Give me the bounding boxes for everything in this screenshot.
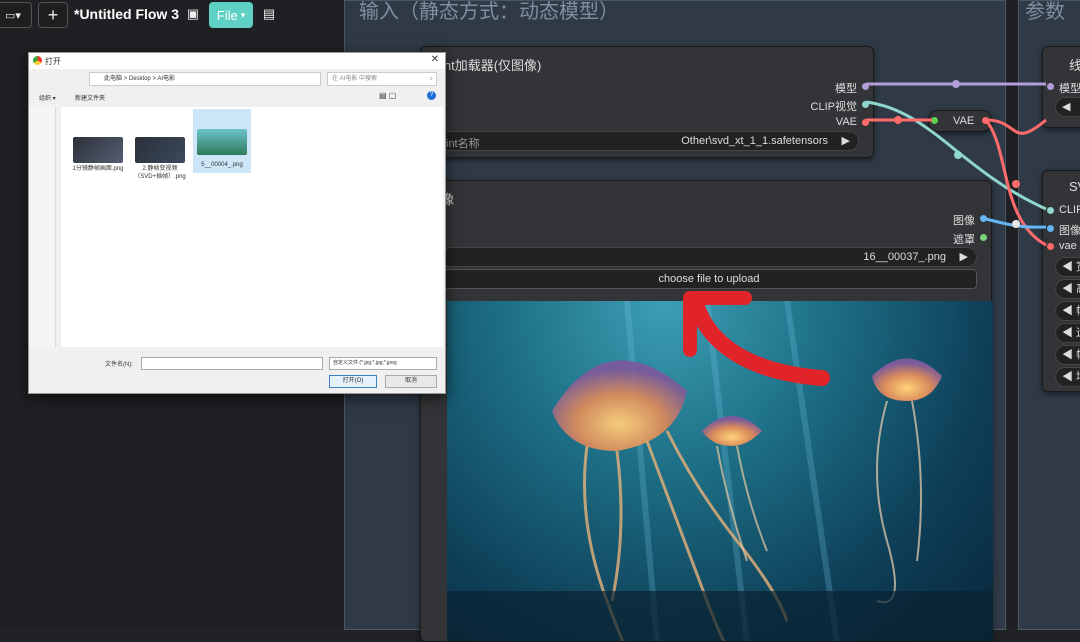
height-widget[interactable]: ◀ 高	[1055, 279, 1080, 299]
output-clip-vision-label: CLIP视觉	[810, 101, 857, 113]
input-model-label: 模型	[1059, 83, 1080, 95]
flow-title: *Untitled Flow 3	[74, 6, 179, 22]
add-flow-button[interactable]: +	[38, 2, 68, 28]
chevron-right-icon[interactable]: ▶	[960, 250, 968, 263]
output-mask-dot[interactable]	[980, 234, 987, 241]
choose-file-button[interactable]: choose file to upload	[441, 269, 977, 289]
save-icon: ▤	[262, 6, 276, 21]
jellyfish-illustration	[447, 301, 993, 641]
help-icon[interactable]: ?	[427, 91, 436, 100]
breadcrumb-1[interactable]: 此电脑	[104, 76, 122, 82]
filename-label: 文件名(N):	[105, 362, 133, 368]
organize-button[interactable]: 组织 ▾	[39, 93, 56, 102]
navigation-pane[interactable]	[29, 107, 56, 347]
file-name-1[interactable]: 1分镜静帧画面.png	[69, 165, 127, 173]
file-list[interactable]: 1分镜静帧画面.png 2.静帧变视频（SVD+插帧）.png 5__00004…	[61, 107, 443, 347]
file-thumbnail-1[interactable]	[73, 137, 123, 163]
dialog-cancel-button[interactable]: 取消	[385, 375, 437, 388]
input-vae-label: vae	[1059, 240, 1077, 252]
frames-widget[interactable]: ◀ 帧	[1055, 301, 1080, 321]
output-model-label: 模型	[835, 83, 857, 95]
filetype-select[interactable]: 自定义文件 (*.jpg;*.jpg;*.jpeg	[329, 357, 437, 370]
chrome-icon	[33, 56, 42, 65]
output-vae-dot[interactable]	[862, 119, 869, 126]
dialog-search-input[interactable]: 在 AI电影 中搜索 ⌕	[327, 72, 437, 86]
params-group-title: 参数	[1025, 1, 1065, 23]
file-name-3[interactable]: 5__00004_.png	[193, 161, 251, 169]
ckpt-name-value: Other\svd_xt_1_1.safetensors	[681, 135, 828, 147]
output-clip-vision-dot[interactable]	[862, 101, 869, 108]
vae-reroute-input-dot[interactable]	[931, 117, 938, 124]
right-top-node-title: 线	[1069, 58, 1080, 73]
file-open-dialog[interactable]: 打开 ✕ 此电脑 > Desktop > AI电影 在 AI电影 中搜索 ⌕ 组…	[28, 52, 446, 394]
output-image-label: 图像	[953, 215, 975, 227]
save-button[interactable]: ▤	[258, 2, 280, 26]
input-vae-dot[interactable]	[1047, 243, 1054, 250]
right-top-node[interactable]: 线 模型 ◀	[1042, 46, 1080, 128]
dialog-titlebar: 打开 ✕	[29, 53, 445, 69]
open-button[interactable]: 打开(O)	[329, 375, 377, 388]
folder-menu-button[interactable]: ▭▾	[0, 2, 32, 28]
address-bar[interactable]: 此电脑 > Desktop > AI电影	[89, 72, 321, 86]
input-image-dot[interactable]	[1047, 225, 1054, 232]
filetype-value: 自定义文件 (*.jpg;*.jpg;*.jpeg	[333, 360, 397, 366]
input-clip-label: CLIP	[1059, 204, 1080, 216]
vae-reroute-node[interactable]: VAE	[928, 110, 992, 132]
svd-conditioning-node[interactable]: SV CLIP 图像 vae ◀ 宽 ◀ 高 ◀ 帧 ◀ 运 ◀ 帧 ◀ 增	[1042, 170, 1080, 392]
right-top-widget[interactable]: ◀	[1055, 97, 1080, 117]
chevron-down-icon: ▾	[240, 9, 246, 20]
chevron-right-icon[interactable]: ▶	[842, 134, 850, 147]
file-menu-label: File	[216, 7, 238, 23]
file-thumbnail-2[interactable]	[135, 137, 185, 163]
output-model-dot[interactable]	[862, 83, 869, 90]
filename-input[interactable]	[141, 357, 323, 370]
input-model-dot[interactable]	[1047, 83, 1054, 90]
chevron-left-icon[interactable]: ◀	[1062, 100, 1070, 113]
folder-icon: ▭▾	[5, 9, 21, 22]
image-button[interactable]: ▣	[182, 2, 204, 26]
view-options-icon[interactable]: ▤ ▢	[379, 91, 396, 100]
file-name-2[interactable]: 2.静帧变视频（SVD+插帧）.png	[131, 165, 189, 181]
close-icon[interactable]: ✕	[431, 54, 439, 65]
image-select-widget[interactable]: 16__00037_.png ▶	[441, 247, 977, 267]
search-icon: ⌕	[429, 76, 433, 82]
augment-widget[interactable]: ◀ 增	[1055, 367, 1080, 387]
checkpoint-node-title: int加载器(仅图像)	[441, 58, 542, 73]
ckpt-name-label: int名称	[446, 138, 480, 150]
dialog-title: 打开	[45, 57, 61, 66]
fps-widget[interactable]: ◀ 帧	[1055, 345, 1080, 365]
breadcrumb-3[interactable]: AI电影	[157, 76, 175, 82]
output-vae-label: VAE	[835, 116, 857, 128]
search-placeholder: 在 AI电影 中搜索	[332, 76, 378, 82]
file-menu-button[interactable]: File ▾	[209, 2, 253, 28]
breadcrumb-2[interactable]: Desktop	[129, 76, 151, 82]
svd-node-title: SV	[1069, 179, 1080, 194]
new-folder-button[interactable]: 新建文件夹	[75, 93, 105, 102]
motion-widget[interactable]: ◀ 运	[1055, 323, 1080, 343]
vae-reroute-output-dot[interactable]	[982, 117, 989, 124]
input-group-title: 输入（静态方式：动态模型）	[359, 1, 619, 23]
image-preview	[447, 301, 993, 641]
node-canvas[interactable]: 输入（静态方式：动态模型） 参数 int加载器(仅图像) 模型 CLIP视觉 V…	[0, 0, 1080, 642]
width-widget[interactable]: ◀ 宽	[1055, 257, 1080, 277]
vae-reroute-label: VAE	[953, 115, 975, 127]
output-image-dot[interactable]	[980, 215, 987, 222]
checkpoint-loader-node[interactable]: int加载器(仅图像) 模型 CLIP视觉 VAE int名称 Other\sv…	[420, 46, 874, 158]
output-mask-label: 遮罩	[953, 234, 975, 246]
image-icon: ▣	[186, 6, 200, 21]
input-clip-dot[interactable]	[1047, 207, 1054, 214]
input-image-label: 图像	[1059, 225, 1080, 237]
image-select-value: 16__00037_.png	[863, 251, 946, 263]
load-image-node[interactable]: 像 图像 遮罩 16__00037_.png ▶ choose file to …	[420, 180, 993, 642]
file-thumbnail-3[interactable]	[197, 129, 247, 155]
ckpt-name-widget[interactable]: int名称 Other\svd_xt_1_1.safetensors ▶	[437, 131, 859, 151]
